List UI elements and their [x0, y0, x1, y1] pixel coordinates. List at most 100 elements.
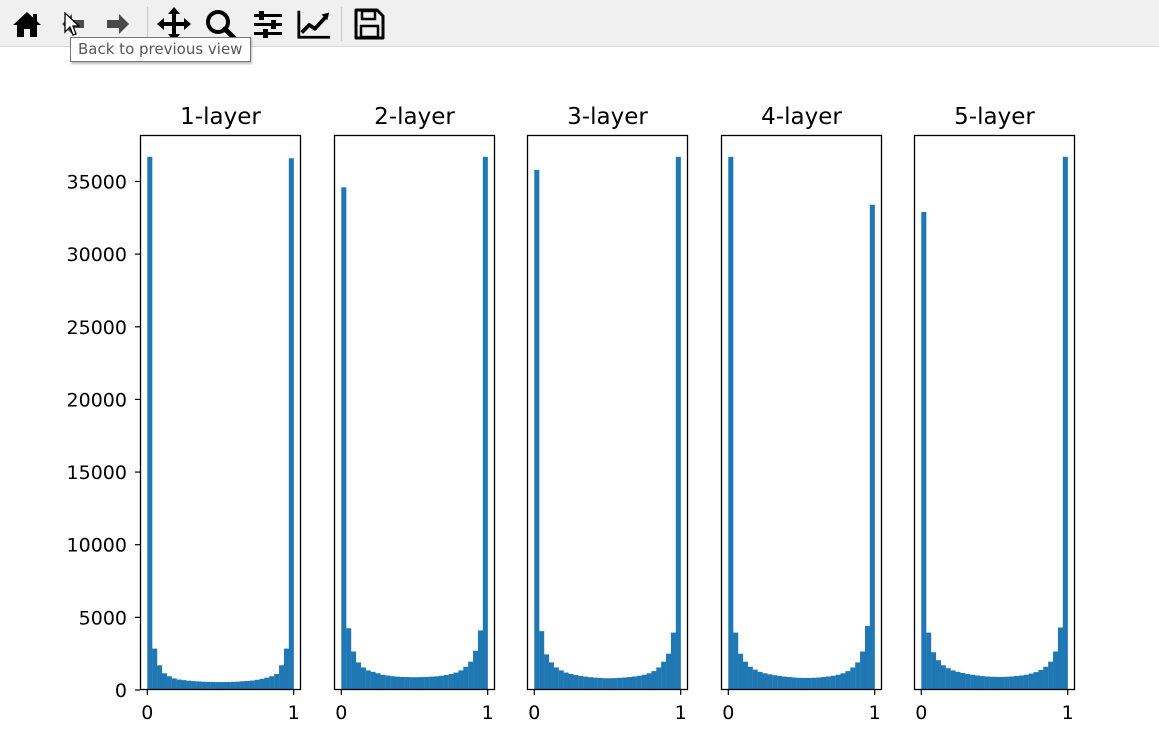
subplot-title: 5-layer	[954, 104, 1035, 130]
histogram-bar	[240, 681, 246, 690]
toolbar-separator	[341, 7, 342, 41]
histogram-bar	[534, 169, 540, 690]
histogram-bar	[468, 661, 474, 690]
histogram-bar	[661, 661, 667, 690]
histogram-bar	[627, 677, 633, 690]
histogram-bar	[380, 674, 386, 690]
histogram-bar	[791, 677, 797, 690]
histogram-bar	[244, 680, 250, 690]
histogram-bar	[631, 676, 637, 690]
sliders-icon	[254, 11, 282, 38]
histogram-bar	[994, 676, 1000, 690]
subplot-title: 2-layer	[374, 104, 455, 130]
subplot-2: 2-layer 0 1	[333, 104, 496, 724]
histogram-bar	[230, 681, 236, 690]
histogram-bar	[781, 676, 788, 690]
y-tick-label: 35000	[67, 171, 127, 193]
histogram-bar	[419, 677, 425, 690]
x-tick-label: 0	[915, 702, 927, 724]
subplot-3: 3-layer 0 1	[526, 104, 689, 724]
histogram-bar	[1028, 673, 1034, 690]
histogram-bar	[157, 665, 163, 690]
histogram-bar	[821, 677, 827, 690]
histogram-bar	[840, 673, 846, 690]
histogram-bar	[1057, 627, 1063, 690]
histogram-bar	[220, 682, 226, 690]
subplot-title: 1-layer	[180, 104, 261, 130]
histogram-bar	[666, 653, 672, 690]
histogram-bar	[191, 681, 197, 690]
histogram-bar	[651, 671, 657, 690]
axes-frame	[720, 134, 883, 691]
histogram-bar	[186, 680, 192, 690]
histogram-bar	[855, 662, 861, 690]
histogram-bar	[742, 661, 748, 690]
home-button[interactable]	[9, 6, 45, 42]
histogram-bar	[777, 675, 783, 690]
histogram-bar	[641, 674, 647, 690]
y-tick-label: 0	[115, 680, 127, 702]
subplots-button[interactable]	[250, 6, 286, 42]
histogram-bar	[205, 681, 211, 690]
histogram-bar	[656, 667, 662, 690]
x-tick-label: 1	[288, 702, 300, 724]
histogram-bar	[1062, 156, 1068, 690]
histogram-bar	[166, 676, 172, 690]
histogram-bar	[477, 630, 483, 690]
histogram-bar	[636, 675, 642, 690]
histogram-bar	[1004, 676, 1010, 690]
histogram-bar	[482, 156, 488, 690]
customize-button[interactable]	[296, 6, 332, 42]
histogram-bar	[945, 668, 951, 690]
histogram-bar	[970, 674, 976, 690]
histogram-bar	[438, 675, 444, 690]
histogram-bar	[448, 674, 454, 690]
axes-frame	[526, 134, 689, 691]
line-chart-icon	[297, 10, 331, 39]
histogram-bar	[597, 677, 603, 690]
histogram-bar	[796, 677, 802, 690]
histogram-bar	[171, 678, 177, 690]
histogram-bar	[563, 672, 569, 690]
histogram-bar	[443, 675, 449, 690]
histogram-bar	[176, 679, 182, 690]
x-tick-label: 0	[528, 702, 540, 724]
histogram-bar	[399, 676, 405, 690]
histogram-bar	[390, 676, 396, 690]
histogram-bar	[355, 662, 361, 690]
histogram-bar	[747, 666, 753, 690]
histogram-bar	[587, 677, 594, 690]
x-tick-label: 1	[1062, 702, 1074, 724]
y-tick-label: 30000	[67, 244, 127, 266]
histogram-bar	[940, 665, 946, 690]
histogram-bar	[738, 653, 744, 690]
histogram-bar	[921, 212, 927, 690]
histogram-bar	[1033, 672, 1039, 690]
histogram-bar	[757, 671, 763, 690]
histogram-figure: 1-layer0 10500010000150002000025000300003…	[67, 104, 1076, 724]
histogram-bar	[926, 632, 932, 690]
histogram-bar	[772, 675, 778, 690]
histogram-bar	[473, 650, 479, 690]
subplot-title: 3-layer	[567, 104, 648, 130]
subplot-title: 4-layer	[761, 104, 842, 130]
histogram-bar	[288, 158, 294, 690]
histogram-bar	[935, 660, 941, 690]
histogram-bar	[200, 681, 207, 690]
histogram-bar	[950, 670, 956, 690]
histogram-bar	[869, 204, 875, 691]
histogram-bar	[375, 673, 381, 690]
subplot-4: 4-layer 0 1	[720, 104, 883, 724]
histogram-bar	[999, 676, 1005, 690]
histogram-bar	[463, 666, 469, 690]
histogram-bar	[1043, 666, 1049, 690]
y-tick-label: 10000	[67, 535, 127, 557]
histogram-bar	[1009, 676, 1015, 690]
axes-frame	[333, 134, 496, 691]
x-tick-label: 0	[722, 702, 734, 724]
histogram-bar	[360, 667, 366, 690]
histogram-bar	[249, 680, 255, 690]
histogram-bar	[283, 648, 289, 690]
save-button[interactable]	[351, 6, 387, 42]
histogram-bar	[434, 676, 440, 690]
